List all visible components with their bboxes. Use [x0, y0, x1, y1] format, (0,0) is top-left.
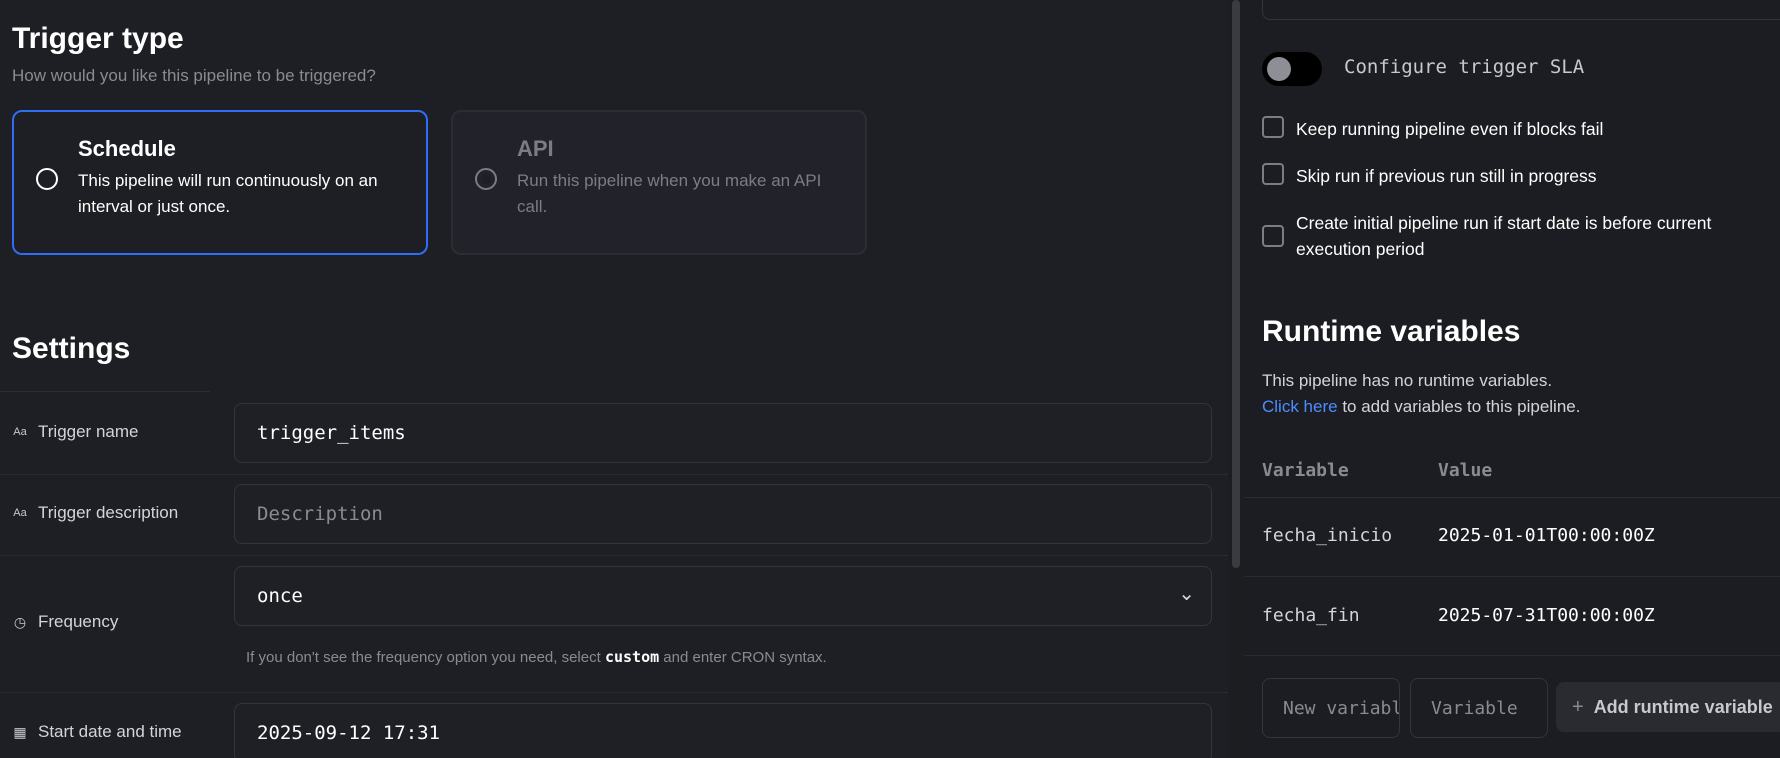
runtime-panel: Configure trigger SLA Keep running pipel… — [1244, 0, 1780, 758]
trigger-name-label-text: Trigger name — [38, 422, 139, 441]
api-option-card[interactable]: API Run this pipeline when you make an A… — [451, 110, 867, 255]
sla-toggle-label: Configure trigger SLA — [1344, 56, 1585, 78]
add-runtime-variable-label: Add runtime variable — [1593, 696, 1773, 717]
frequency-label: ◷ Frequency — [12, 612, 118, 632]
add-variables-hint-suffix: to add variables to this pipeline. — [1337, 397, 1581, 416]
trigger-settings-panel: Trigger type How would you like this pip… — [0, 0, 1228, 758]
value-column-header: Value — [1438, 460, 1493, 481]
frequency-help: If you don't see the frequency option yo… — [246, 648, 827, 666]
trigger-description-label-text: Trigger description — [38, 503, 179, 522]
runtime-variables-note: This pipeline has no runtime variables. … — [1262, 368, 1580, 420]
settings-title: Settings — [12, 332, 131, 365]
trigger-type-subtitle: How would you like this pipeline to be t… — [12, 66, 376, 85]
create-initial-run-label: Create initial pipeline run if start dat… — [1296, 213, 1712, 259]
api-title: API — [517, 136, 554, 161]
frequency-label-text: Frequency — [38, 612, 119, 631]
keep-running-checkbox-row[interactable]: Keep running pipeline even if blocks fai… — [1262, 116, 1603, 142]
start-date-label-text: Start date and time — [38, 722, 182, 741]
schedule-description: This pipeline will run continuously on a… — [78, 171, 378, 216]
no-variables-text: This pipeline has no runtime variables. — [1262, 371, 1553, 390]
trigger-type-title: Trigger type — [12, 22, 184, 55]
create-initial-run-checkbox-row[interactable]: Create initial pipeline run if start dat… — [1262, 210, 1762, 262]
skip-run-checkbox[interactable] — [1262, 163, 1284, 185]
trigger-name-value: trigger_items — [257, 422, 406, 444]
sla-toggle[interactable] — [1262, 52, 1322, 86]
row-divider — [0, 692, 1228, 693]
clock-icon: ◷ — [13, 613, 27, 630]
variable-name: fecha_fin — [1262, 605, 1360, 626]
skip-run-label: Skip run if previous run still in progre… — [1296, 166, 1597, 186]
left-scrollbar[interactable] — [1228, 0, 1244, 758]
variable-value-input[interactable]: Variable — [1410, 678, 1548, 738]
variable-value: 2025-07-31T00:00:00Z — [1438, 605, 1655, 626]
trigger-description-input[interactable]: Description — [234, 484, 1212, 544]
keep-running-checkbox[interactable] — [1262, 116, 1284, 138]
plus-icon: + — [1572, 695, 1584, 718]
variable-value: 2025-01-01T00:00:00Z — [1438, 525, 1655, 546]
table-divider — [1244, 497, 1780, 498]
add-runtime-variable-button[interactable]: + Add runtime variable — [1556, 682, 1780, 732]
add-variables-hint: Click here to add variables to this pipe… — [1262, 394, 1580, 420]
frequency-help-code: custom — [604, 648, 660, 666]
keep-running-label: Keep running pipeline even if blocks fai… — [1296, 119, 1604, 139]
skip-run-checkbox-row[interactable]: Skip run if previous run still in progre… — [1262, 163, 1597, 189]
calendar-icon: ▦ — [13, 723, 27, 740]
start-date-input[interactable]: 2025-09-12 17:31 — [234, 703, 1212, 758]
frequency-help-prefix: If you don't see the frequency option yo… — [246, 649, 605, 666]
row-divider — [0, 555, 1228, 556]
trigger-description-placeholder: Description — [257, 503, 383, 525]
row-divider — [0, 474, 1228, 475]
frequency-value: once — [257, 585, 303, 607]
chevron-down-icon: ⌄ — [1178, 583, 1195, 605]
table-divider — [1244, 576, 1780, 577]
frequency-help-suffix: and enter CRON syntax. — [659, 649, 827, 666]
schedule-radio[interactable] — [36, 168, 58, 190]
new-variable-input[interactable]: New variable — [1262, 678, 1400, 738]
start-date-label: ▦ Start date and time — [12, 722, 182, 742]
click-here-link[interactable]: Click here — [1262, 397, 1338, 416]
trigger-description-label: Aa Trigger description — [12, 503, 178, 523]
trigger-name-label: Aa Trigger name — [12, 422, 138, 442]
create-initial-run-checkbox[interactable] — [1262, 225, 1284, 247]
api-radio[interactable] — [475, 168, 497, 190]
settings-divider — [0, 391, 210, 392]
schedule-option-card[interactable]: Schedule This pipeline will run continuo… — [12, 110, 428, 255]
trigger-name-input[interactable]: trigger_items — [234, 403, 1212, 463]
variable-value-placeholder: Variable — [1431, 697, 1518, 719]
toggle-knob — [1267, 57, 1291, 81]
api-description: Run this pipeline when you make an API c… — [517, 171, 822, 216]
variable-column-header: Variable — [1262, 460, 1349, 481]
new-variable-placeholder: New variable — [1283, 697, 1399, 719]
schedule-title: Schedule — [78, 136, 176, 161]
partial-input-box[interactable] — [1262, 0, 1780, 20]
text-type-icon: Aa — [13, 507, 27, 519]
runtime-variables-title: Runtime variables — [1262, 315, 1521, 348]
table-divider — [1244, 655, 1780, 656]
scrollbar-thumb[interactable] — [1232, 0, 1240, 568]
text-type-icon: Aa — [13, 426, 27, 438]
start-date-value: 2025-09-12 17:31 — [257, 722, 441, 744]
variable-name: fecha_inicio — [1262, 525, 1393, 546]
frequency-select[interactable]: once ⌄ — [234, 566, 1212, 626]
